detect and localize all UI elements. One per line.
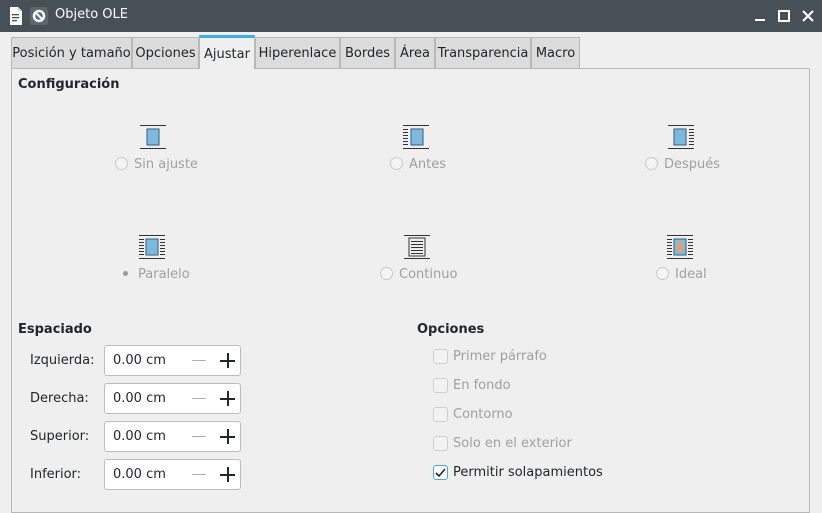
wrap-parallel-radio[interactable] [123, 271, 128, 276]
wrap-optimal-radio[interactable] [656, 267, 669, 280]
tab-hiperenlace[interactable]: Hiperenlace [255, 37, 340, 68]
inferior-increment-button[interactable] [220, 467, 235, 482]
solo-exterior-checkbox[interactable] [433, 436, 448, 451]
superior-input[interactable]: 0.00 cm [113, 429, 166, 444]
tab-transparencia[interactable]: Transparencia [435, 37, 531, 68]
superior-spinbox: 0.00 cm [104, 421, 241, 452]
maximize-button[interactable] [774, 6, 794, 26]
tab-posicion-tamano[interactable]: Posición y tamaño [11, 37, 132, 68]
contorno-checkbox[interactable] [433, 407, 448, 422]
document-icon [6, 6, 26, 26]
derecha-spinbox: 0.00 cm [104, 383, 241, 414]
en-fondo-label: En fondo [453, 378, 511, 393]
minimize-button[interactable] [750, 6, 770, 26]
espaciado-heading: Espaciado [18, 322, 92, 337]
checkmark-icon [435, 468, 446, 478]
solo-exterior-label: Solo en el exterior [453, 436, 572, 451]
derecha-decrement-button[interactable] [192, 398, 206, 399]
derecha-increment-button[interactable] [220, 391, 235, 406]
inferior-decrement-button[interactable] [192, 474, 206, 475]
app-menu-icon[interactable] [29, 6, 49, 26]
izquierda-increment-button[interactable] [220, 353, 235, 368]
izquierda-spinbox: 0.00 cm [104, 345, 241, 376]
derecha-input[interactable]: 0.00 cm [113, 391, 166, 406]
window-title: Objeto OLE [55, 7, 128, 22]
wrap-through-label: Continuo [399, 267, 458, 282]
wrap-parallel-label: Paralelo [138, 267, 190, 282]
wrap-after-label: Después [664, 157, 721, 172]
tab-macro[interactable]: Macro [531, 37, 580, 68]
close-button[interactable] [798, 6, 818, 26]
title-bar: Objeto OLE [0, 0, 822, 32]
wrap-optimal-icon [667, 234, 693, 264]
tab-bordes[interactable]: Bordes [340, 37, 395, 68]
wrap-after-icon [668, 124, 694, 154]
permitir-solapamientos-checkbox[interactable] [433, 465, 448, 480]
inferior-label: Inferior: [30, 467, 82, 482]
opciones-heading: Opciones [417, 322, 485, 337]
superior-increment-button[interactable] [220, 429, 235, 444]
inferior-spinbox: 0.00 cm [104, 459, 241, 490]
primer-parrafo-label: Primer párrafo [453, 349, 547, 364]
tab-ajustar[interactable]: Ajustar [199, 35, 255, 69]
wrap-none-icon [140, 124, 166, 154]
tab-opciones[interactable]: Opciones [132, 37, 199, 68]
tab-area[interactable]: Área [395, 37, 435, 68]
izquierda-decrement-button[interactable] [192, 360, 206, 361]
wrap-through-icon [404, 234, 430, 264]
wrap-before-radio[interactable] [390, 157, 403, 170]
primer-parrafo-checkbox[interactable] [433, 349, 448, 364]
en-fondo-checkbox[interactable] [433, 378, 448, 393]
wrap-after-radio[interactable] [645, 157, 658, 170]
izquierda-input[interactable]: 0.00 cm [113, 353, 166, 368]
configuracion-heading: Configuración [18, 77, 120, 92]
superior-decrement-button[interactable] [192, 436, 206, 437]
contorno-label: Contorno [453, 407, 513, 422]
wrap-through-radio[interactable] [380, 267, 393, 280]
inferior-input[interactable]: 0.00 cm [113, 467, 166, 482]
superior-label: Superior: [30, 429, 90, 444]
wrap-none-label: Sin ajuste [134, 157, 198, 172]
permitir-solapamientos-label: Permitir solapamientos [453, 465, 603, 480]
wrap-none-radio[interactable] [115, 157, 128, 170]
wrap-parallel-icon [139, 234, 165, 264]
izquierda-label: Izquierda: [30, 353, 95, 368]
wrap-optimal-label: Ideal [675, 267, 707, 282]
wrap-before-label: Antes [409, 157, 447, 172]
wrap-before-icon [403, 124, 429, 154]
derecha-label: Derecha: [30, 391, 89, 406]
